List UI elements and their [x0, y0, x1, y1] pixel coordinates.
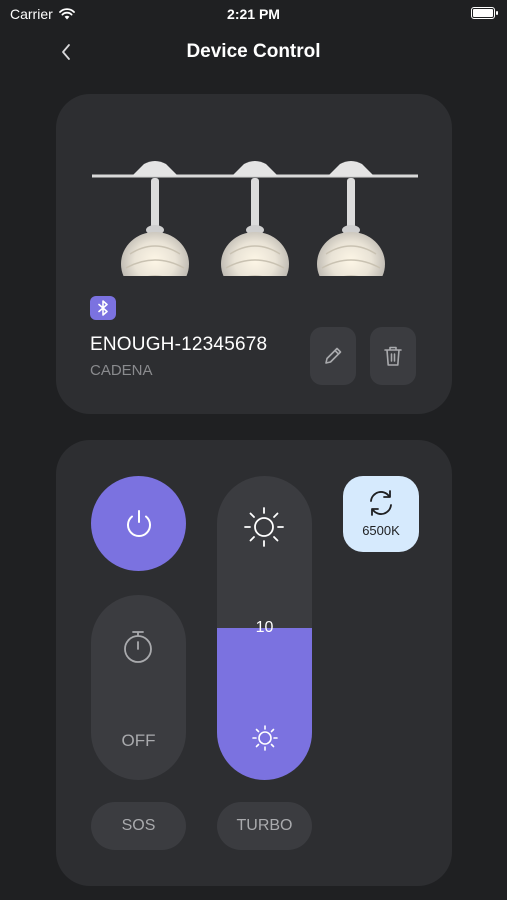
brightness-fill — [217, 628, 312, 780]
device-type: CADENA — [90, 362, 153, 379]
delete-button[interactable] — [370, 327, 416, 385]
power-button[interactable] — [91, 476, 186, 571]
device-image — [92, 161, 418, 276]
refresh-icon — [370, 490, 392, 516]
page-title: Device Control — [186, 41, 321, 62]
brightness-value: 10 — [255, 619, 274, 636]
device-name: ENOUGH-12345678 — [90, 334, 268, 355]
color-temp-button[interactable]: 6500K — [343, 476, 419, 552]
stopwatch-icon — [124, 631, 152, 663]
color-temp-label: 6500K — [362, 523, 400, 538]
status-bar: Carrier 2:21 PM — [0, 0, 507, 28]
nav-bar: Device Control — [0, 30, 507, 74]
power-icon — [126, 509, 151, 537]
control-card: OFF 10 6500K SOS TURBO — [56, 440, 452, 886]
brightness-slider[interactable]: 10 — [217, 476, 312, 780]
trash-icon — [384, 346, 402, 366]
timer-label: OFF — [121, 731, 156, 750]
turbo-button[interactable]: TURBO — [217, 802, 312, 850]
pencil-icon — [325, 347, 342, 364]
timer-button[interactable]: OFF — [91, 595, 186, 780]
device-card: ENOUGH-12345678 CADENA — [56, 94, 452, 414]
bluetooth-icon — [98, 300, 108, 316]
sun-max-icon — [244, 507, 284, 547]
sun-min-icon — [252, 725, 278, 751]
bluetooth-badge — [90, 296, 116, 320]
sos-button[interactable]: SOS — [91, 802, 186, 850]
edit-button[interactable] — [310, 327, 356, 385]
status-time: 2:21 PM — [227, 6, 280, 22]
battery-icon — [471, 7, 498, 19]
